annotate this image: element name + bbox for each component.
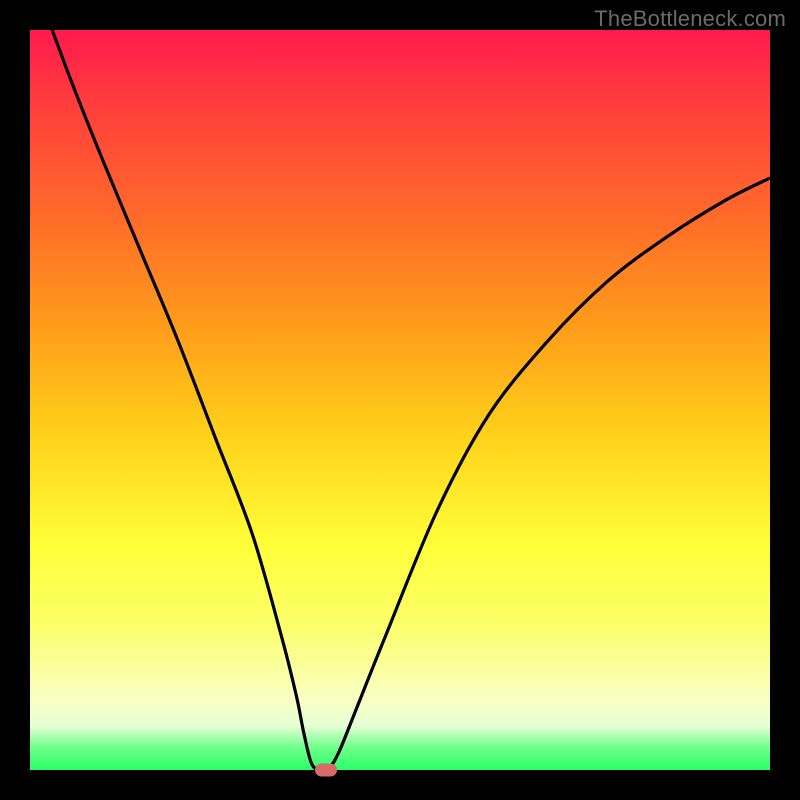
bottleneck-curve bbox=[30, 30, 770, 770]
chart-frame: TheBottleneck.com bbox=[0, 0, 800, 800]
plot-area bbox=[30, 30, 770, 770]
watermark-text: TheBottleneck.com bbox=[594, 6, 786, 32]
optimum-marker bbox=[315, 764, 337, 777]
curve-path bbox=[52, 30, 770, 771]
